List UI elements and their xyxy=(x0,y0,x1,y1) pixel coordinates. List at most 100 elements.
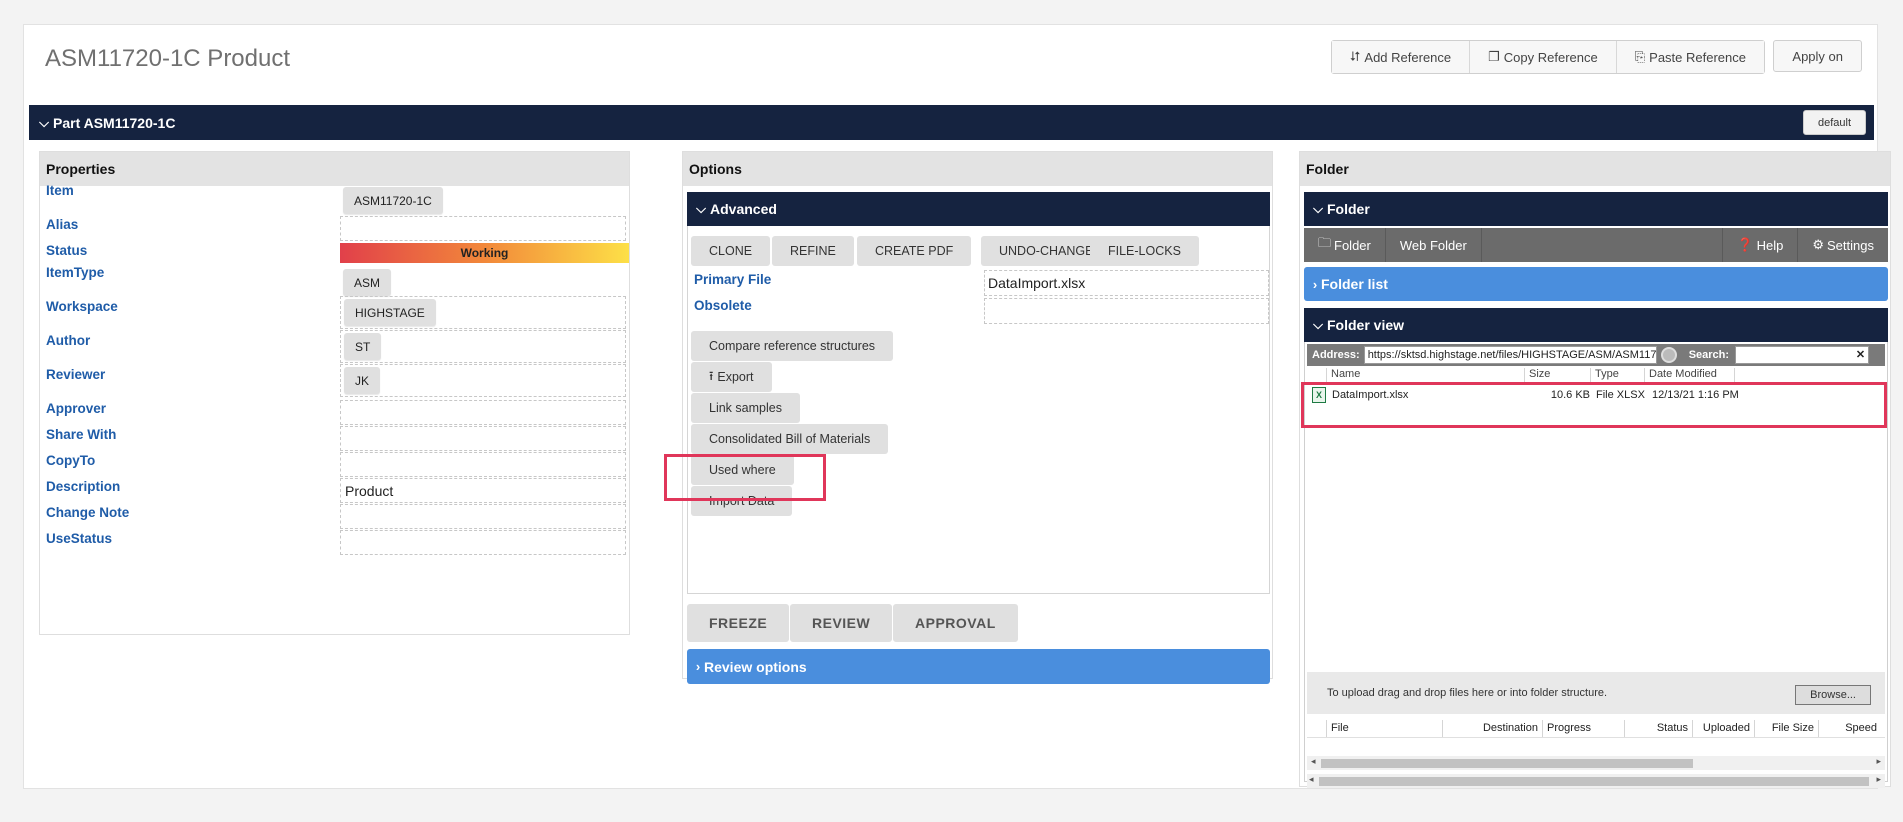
primary-file-field[interactable]: DataImport.xlsx xyxy=(984,270,1269,296)
upload-drop-area[interactable]: To upload drag and drop files here or in… xyxy=(1307,672,1885,714)
itemtype-chip[interactable]: ASM xyxy=(343,269,392,296)
sharewith-field[interactable] xyxy=(340,426,626,451)
reference-toolbar: ⮃ Add Reference ❐ Copy Reference ⎘ Paste… xyxy=(1331,40,1765,74)
chevron-right-icon: › xyxy=(1312,276,1318,292)
alias-field[interactable] xyxy=(340,216,626,241)
review-options-header[interactable]: › Review options xyxy=(687,649,1270,684)
chevron-down-icon: ⌵ xyxy=(1313,201,1323,216)
up-col-uploaded: Uploaded xyxy=(1693,720,1755,737)
freeze-button[interactable]: FREEZE xyxy=(687,604,790,642)
reviewer-chip[interactable]: JK xyxy=(344,367,381,394)
folder-view-body: Address: https://sktsd.highstage.net/fil… xyxy=(1301,342,1888,788)
help-icon: ❓ xyxy=(1737,237,1754,252)
changenote-field[interactable] xyxy=(340,504,626,529)
folder-list-header[interactable]: › Folder list xyxy=(1304,267,1888,301)
folder-panel: Folder ⌵ Folder 🗀 Folder Web Folder ❓ He… xyxy=(1299,151,1891,788)
folder-tab[interactable]: 🗀 Folder xyxy=(1304,228,1386,262)
description-field[interactable]: Product xyxy=(340,478,626,503)
item-field: ASM11720-1C xyxy=(340,185,626,214)
changenote-label: Change Note xyxy=(46,505,130,520)
chevron-down-icon: ⌵ xyxy=(39,114,49,130)
obsolete-field[interactable] xyxy=(984,298,1269,324)
up-col-filesize: File Size xyxy=(1755,720,1819,737)
clear-icon[interactable]: ✕ xyxy=(1856,348,1865,361)
copy-icon: ❐ xyxy=(1488,49,1500,64)
copyto-field[interactable] xyxy=(340,452,626,477)
col-spacer xyxy=(1307,368,1327,382)
upload-scrollbar[interactable]: ◂ ▸ xyxy=(1307,756,1885,770)
obsolete-label: Obsolete xyxy=(694,298,752,313)
usestatus-field[interactable] xyxy=(340,530,626,555)
help-button[interactable]: ❓ Help xyxy=(1722,228,1797,262)
apply-on-button[interactable]: Apply on xyxy=(1773,40,1862,72)
usestatus-label: UseStatus xyxy=(46,531,113,546)
settings-button[interactable]: ⚙ Settings xyxy=(1797,228,1888,262)
advanced-body: CLONE REFINE CREATE PDF UNDO-CHANGE FILE… xyxy=(687,226,1270,594)
up-col-file: File xyxy=(1327,720,1443,737)
view-scrollbar[interactable]: ◂ ▸ xyxy=(1307,774,1885,788)
folder-view-header[interactable]: ⌵ Folder view xyxy=(1304,308,1888,342)
reviewer-field: JK xyxy=(340,364,626,397)
create-pdf-button[interactable]: CREATE PDF xyxy=(857,236,972,266)
part-header[interactable]: ⌵ Part ASM11720-1C default xyxy=(29,105,1874,140)
consolidated-bom-button[interactable]: Consolidated Bill of Materials xyxy=(691,424,889,454)
refine-button[interactable]: REFINE xyxy=(772,236,854,266)
item-chip[interactable]: ASM11720-1C xyxy=(343,187,443,214)
layers-icon: ⮃ xyxy=(1350,49,1361,64)
advanced-header[interactable]: ⌵ Advanced xyxy=(687,192,1270,226)
go-icon[interactable] xyxy=(1660,347,1677,363)
up-col-status: Status xyxy=(1625,720,1693,737)
paste-reference-button[interactable]: ⎘ Paste Reference xyxy=(1616,41,1764,73)
import-data-highlight xyxy=(664,454,826,501)
itemtype-label: ItemType xyxy=(46,265,105,280)
author-chip[interactable]: ST xyxy=(344,333,382,360)
view-scroll-thumb[interactable] xyxy=(1319,777,1869,786)
properties-title: Properties xyxy=(40,152,629,186)
file-locks-button[interactable]: FILE-LOCKS xyxy=(1090,236,1199,266)
workspace-chip[interactable]: HIGHSTAGE xyxy=(344,299,436,326)
browse-button[interactable]: Browse... xyxy=(1795,685,1871,705)
col-modified[interactable]: Date Modified xyxy=(1645,368,1735,382)
col-size[interactable]: Size xyxy=(1525,368,1591,382)
export-button[interactable]: ⭱ Export xyxy=(691,362,772,392)
author-field: ST xyxy=(340,330,626,363)
properties-panel: Properties Item ASM11720-1C Alias Status… xyxy=(39,151,630,635)
chevron-down-icon: ⌵ xyxy=(696,201,706,216)
author-label: Author xyxy=(46,333,91,348)
review-button[interactable]: REVIEW xyxy=(790,604,893,642)
upload-columns: File Destination Progress Status Uploade… xyxy=(1307,720,1885,738)
add-reference-button[interactable]: ⮃ Add Reference xyxy=(1332,41,1471,73)
compare-reference-structures-button[interactable]: Compare reference structures xyxy=(691,331,894,361)
status-bar: Working xyxy=(340,243,629,263)
status-label: Status xyxy=(46,243,88,258)
search-input[interactable]: ✕ xyxy=(1735,346,1870,364)
address-input[interactable]: https://sktsd.highstage.net/files/HIGHST… xyxy=(1363,346,1657,364)
clone-button[interactable]: CLONE xyxy=(691,236,771,266)
scroll-right-icon[interactable]: ▸ xyxy=(1876,756,1881,767)
options-title: Options xyxy=(683,152,1272,186)
up-col-destination: Destination xyxy=(1443,720,1543,737)
col-name[interactable]: Name xyxy=(1327,368,1525,382)
file-columns: Name Size Type Date Modified xyxy=(1307,368,1885,382)
scroll-left-icon[interactable]: ◂ xyxy=(1311,756,1316,767)
approver-field[interactable] xyxy=(340,400,626,425)
copy-reference-button[interactable]: ❐ Copy Reference xyxy=(1470,41,1617,73)
part-header-title: Part ASM11720-1C xyxy=(53,114,176,131)
alias-label: Alias xyxy=(46,217,79,232)
search-label: Search: xyxy=(1688,349,1730,361)
page-title: ASM11720-1C Product xyxy=(45,45,291,72)
default-button[interactable]: default xyxy=(1802,110,1866,135)
web-folder-tab[interactable]: Web Folder xyxy=(1386,228,1482,262)
scroll-left-icon[interactable]: ◂ xyxy=(1309,774,1314,785)
folder-header[interactable]: ⌵ Folder xyxy=(1304,192,1888,226)
upload-hint: To upload drag and drop files here or in… xyxy=(1327,687,1608,699)
file-row-highlight xyxy=(1301,382,1887,428)
description-value: Product xyxy=(345,483,394,499)
up-col-speed: Speed xyxy=(1845,722,1877,734)
upload-scroll-thumb[interactable] xyxy=(1321,759,1693,768)
col-type[interactable]: Type xyxy=(1591,368,1645,382)
sharewith-label: Share With xyxy=(46,427,117,442)
link-samples-button[interactable]: Link samples xyxy=(691,393,800,423)
approval-button[interactable]: APPROVAL xyxy=(893,604,1018,642)
scroll-right-icon[interactable]: ▸ xyxy=(1876,774,1881,785)
